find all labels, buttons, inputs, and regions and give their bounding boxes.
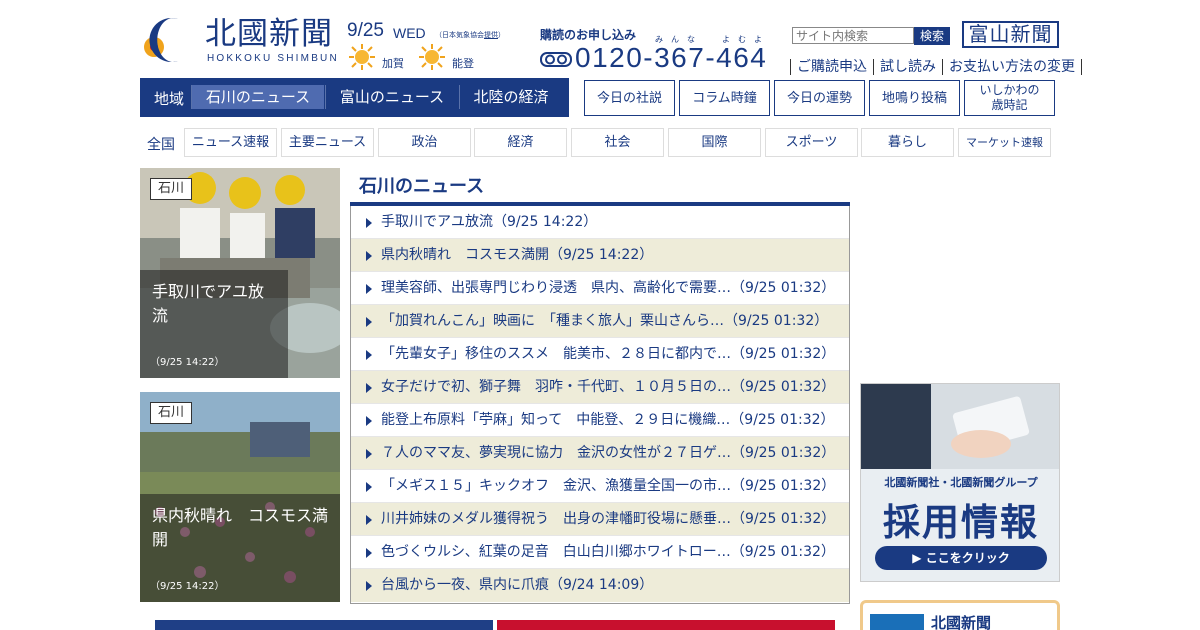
bullet-arrow-icon — [366, 218, 372, 228]
category-international[interactable]: 国際 — [668, 128, 761, 157]
category-living[interactable]: 暮らし — [861, 128, 954, 157]
weekday: WED — [393, 25, 426, 41]
weather-credit-link[interactable]: 提供 — [484, 31, 498, 39]
news-link[interactable]: 理美容師、出張専門じわり浸透 県内、高齢化で需要…（9/25 01:32） — [381, 280, 835, 296]
photo-timestamp: （9/25 14:22） — [150, 581, 225, 592]
editorial-button[interactable]: 今日の社説 — [584, 80, 675, 116]
divider — [873, 59, 874, 75]
bullet-arrow-icon — [366, 284, 372, 294]
divider — [1081, 59, 1082, 75]
region-tag: 石川 — [150, 402, 192, 424]
photo-card[interactable]: 石川 県内秋晴れ コスモス満開 （9/25 14:22） — [140, 392, 340, 602]
weather-credit: （日本気象協会提供） — [435, 30, 505, 40]
utility-links: ご購読申込 試し読み お支払い方法の変更 — [784, 56, 1088, 76]
news-link[interactable]: 女子だけで初、獅子舞 羽咋・千代町、１０月５日の…（9/25 01:32） — [381, 379, 835, 395]
list-item[interactable]: 台風から一夜、県内に爪痕（9/24 14:09） — [351, 569, 849, 602]
logo-subtext: HOKKOKU SHIMBUN — [207, 53, 339, 64]
bullet-arrow-icon — [366, 251, 372, 261]
ad-click-button[interactable]: ▶ ここをクリック — [875, 546, 1047, 570]
sun-icon — [349, 44, 375, 70]
bottom-banner-left[interactable] — [155, 620, 493, 630]
news-link[interactable]: 「加賀れんこん」映画に 「種まく旅人」栗山さんら…（9/25 01:32） — [381, 313, 828, 329]
list-item[interactable]: 「先輩女子」移住のススメ 能美市、２８日に都内で…（9/25 01:32） — [351, 338, 849, 371]
bullet-arrow-icon — [366, 449, 372, 459]
list-item[interactable]: 「メギス１５」キックオフ 金沢、漁獲量全国一の市…（9/25 01:32） — [351, 470, 849, 503]
bullet-arrow-icon — [366, 317, 372, 327]
category-breaking-news[interactable]: ニュース速報 — [184, 128, 277, 157]
bullet-arrow-icon — [366, 581, 372, 591]
news-link[interactable]: 県内秋晴れ コスモス満開（9/25 14:22） — [381, 247, 653, 263]
list-item[interactable]: 理美容師、出張専門じわり浸透 県内、高齢化で需要…（9/25 01:32） — [351, 272, 849, 305]
column-jisho-button[interactable]: コラム時鐘 — [679, 80, 770, 116]
toyama-shimbun-link[interactable]: 富山新聞 — [962, 21, 1059, 48]
list-item[interactable]: 県内秋晴れ コスモス満開（9/25 14:22） — [351, 239, 849, 272]
weather-area-kaga[interactable]: 加賀 — [382, 55, 404, 71]
seasonal-calendar-label: いしかわの 歳時記 — [979, 83, 1040, 112]
logo-text[interactable]: 北國新聞 — [205, 16, 333, 52]
divider — [942, 59, 943, 75]
region-nav-label: 地域 — [154, 90, 185, 108]
category-society[interactable]: 社会 — [571, 128, 664, 157]
bullet-arrow-icon — [366, 416, 372, 426]
bottom-banner-right[interactable] — [497, 620, 835, 630]
tab-ishikawa-news[interactable]: 石川のニュース — [191, 85, 324, 109]
weather-credit-suffix: ） — [498, 31, 505, 39]
list-item[interactable]: 色づくウルシ、紅葉の足音 白山白川郷ホワイトロー…（9/25 01:32） — [351, 536, 849, 569]
ad-headline: 採用情報 — [883, 501, 1039, 544]
news-section-title: 石川のニュース — [359, 176, 485, 197]
search-button[interactable]: 検索 — [914, 27, 950, 45]
hokkoku-promo-thumbnail — [870, 614, 924, 630]
payment-change-link[interactable]: お支払い方法の変更 — [949, 59, 1075, 75]
news-link[interactable]: 「先輩女子」移住のススメ 能美市、２８日に都内で…（9/25 01:32） — [381, 346, 835, 362]
bullet-arrow-icon — [366, 350, 372, 360]
freedial-icon — [540, 52, 572, 67]
phone-number[interactable]: 0120-367-464 — [575, 42, 767, 74]
category-top-news[interactable]: 主要ニュース — [281, 128, 374, 157]
hokkoku-promo-label: 北國新聞 — [931, 614, 992, 630]
news-list: 手取川でアユ放流（9/25 14:22） 県内秋晴れ コスモス満開（9/25 1… — [350, 206, 850, 604]
subscribe-link[interactable]: ご購読申込 — [797, 59, 867, 75]
photo-timestamp: （9/25 14:22） — [150, 357, 225, 368]
category-economy[interactable]: 経済 — [474, 128, 567, 157]
news-link[interactable]: 台風から一夜、県内に爪痕（9/24 14:09） — [381, 577, 653, 593]
ad-company-line: 北國新聞社・北國新聞グループ — [884, 476, 1038, 489]
list-item[interactable]: 女子だけで初、獅子舞 羽咋・千代町、１０月５日の…（9/25 01:32） — [351, 371, 849, 404]
list-item[interactable]: 川井姉妹のメダル獲得祝う 出身の津幡町役場に懸垂…（9/25 01:32） — [351, 503, 849, 536]
news-link[interactable]: 川井姉妹のメダル獲得祝う 出身の津幡町役場に懸垂…（9/25 01:32） — [381, 511, 835, 527]
list-item[interactable]: 「加賀れんこん」映画に 「種まく旅人」栗山さんら…（9/25 01:32） — [351, 305, 849, 338]
news-link[interactable]: 色づくウルシ、紅葉の足音 白山白川郷ホワイトロー…（9/25 01:32） — [381, 544, 835, 560]
reader-posts-button[interactable]: 地鳴り投稿 — [869, 80, 960, 116]
list-item[interactable]: ７人のママ友、夢実現に協力 金沢の女性が２７日ゲ…（9/25 01:32） — [351, 437, 849, 470]
news-link[interactable]: ７人のママ友、夢実現に協力 金沢の女性が２７日ゲ…（9/25 01:32） — [381, 445, 835, 461]
logo-mark-icon[interactable] — [140, 17, 198, 63]
list-item[interactable]: 能登上布原料「苧麻」知って 中能登、２９日に機織…（9/25 01:32） — [351, 404, 849, 437]
bullet-arrow-icon — [366, 383, 372, 393]
category-all[interactable]: 全国 — [147, 134, 175, 154]
news-link[interactable]: 手取川でアユ放流（9/25 14:22） — [381, 214, 597, 230]
tab-toyama-news[interactable]: 富山のニュース — [325, 85, 458, 109]
list-item[interactable]: 手取川でアユ放流（9/25 14:22） — [351, 206, 849, 239]
search-input[interactable] — [792, 27, 914, 44]
bullet-arrow-icon — [366, 548, 372, 558]
news-link[interactable]: 能登上布原料「苧麻」知って 中能登、２９日に機織…（9/25 01:32） — [381, 412, 835, 428]
bullet-arrow-icon — [366, 482, 372, 492]
trial-link[interactable]: 試し読み — [880, 59, 936, 75]
weather-area-noto[interactable]: 能登 — [452, 55, 474, 71]
subscribe-title: 購読のお申し込み — [540, 28, 637, 42]
seasonal-calendar-button[interactable]: いしかわの 歳時記 — [964, 80, 1055, 116]
category-politics[interactable]: 政治 — [378, 128, 471, 157]
weather-credit-prefix: （日本気象協会 — [435, 31, 484, 39]
sun-icon — [419, 44, 445, 70]
category-sports[interactable]: スポーツ — [765, 128, 858, 157]
divider — [790, 59, 791, 75]
photo-card[interactable]: 石川 手取川でアユ放流 （9/25 14:22） — [140, 168, 340, 378]
tab-hokuriku-economy[interactable]: 北陸の経済 — [459, 85, 562, 109]
region-tag: 石川 — [150, 178, 192, 200]
date: 9/25 — [347, 20, 384, 41]
category-market-news[interactable]: マーケット速報 — [958, 128, 1051, 157]
horoscope-button[interactable]: 今日の運勢 — [774, 80, 865, 116]
recruitment-ad[interactable]: 北國新聞社・北國新聞グループ 採用情報 ▶ ここをクリック — [860, 383, 1060, 582]
news-link[interactable]: 「メギス１５」キックオフ 金沢、漁獲量全国一の市…（9/25 01:32） — [381, 478, 835, 494]
bullet-arrow-icon — [366, 515, 372, 525]
